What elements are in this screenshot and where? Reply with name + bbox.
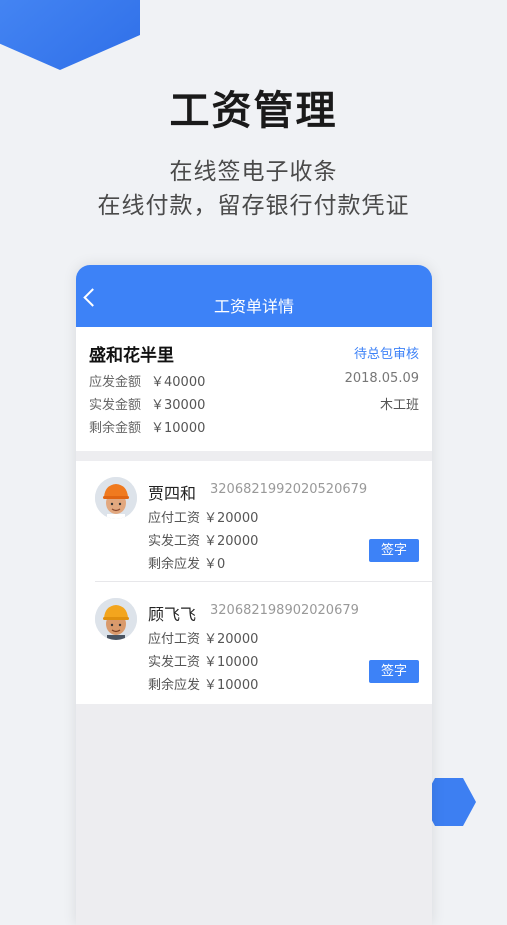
worker-id-number: 3206821992020520679: [210, 482, 368, 497]
worker-row-label: 应付工资: [148, 511, 201, 526]
project-name: 盛和花半里: [89, 346, 174, 366]
worker-row-label: 实发工资: [148, 534, 201, 549]
worker-row-value: ￥10000: [204, 655, 259, 670]
worker-row-value: ￥0: [204, 557, 226, 572]
hero-subtitle-2: 在线付款，留存银行付款凭证: [97, 193, 410, 219]
summary-row-label: 应发金额: [89, 375, 142, 390]
nav-title: 工资单详情: [213, 297, 294, 316]
worker-avatar-icon: [95, 598, 137, 640]
worker-row-label: 应付工资: [148, 632, 201, 647]
worker-paid: 实发工资 ￥10000: [148, 651, 258, 670]
payroll-summary: 盛和花半里 待总包审核 应发金额 ￥40000 实发金额 ￥30000 剩余金额 ￥1…: [76, 327, 432, 451]
worker-row-label: 剩余应发: [148, 557, 201, 572]
worker-row-value: ￥20000: [204, 534, 259, 549]
worker-row-label: 实发工资: [148, 655, 201, 670]
hero-subtitle-1: 在线签电子收条: [169, 159, 338, 185]
worker-row-value: ￥20000: [204, 511, 259, 526]
worker-payable: 应付工资 ￥20000: [148, 628, 258, 647]
status-badge: 待总包审核: [353, 347, 419, 362]
hero-title: 工资管理: [169, 88, 338, 134]
summary-row-label: 剩余金额: [89, 421, 142, 436]
worker-remaining: 剩余应发 ￥10000: [148, 674, 258, 693]
summary-row-value: ￥30000: [151, 398, 206, 413]
team-name: 木工班: [379, 398, 419, 413]
list-item[interactable]: 贾四和 3206821992020520679 应付工资 ￥20000 实发工资 ￥…: [76, 461, 432, 582]
summary-row-label: 实发金额: [89, 398, 142, 413]
list-item[interactable]: 顾飞飞 320682198902020679 应付工资 ￥20000 实发工资 ￥1…: [76, 582, 432, 703]
summary-row-due: 应发金额 ￥40000: [89, 371, 205, 390]
nav-bar: 工资单详情: [76, 265, 432, 327]
summary-row-value: ￥10000: [151, 421, 206, 436]
worker-id-number: 320682198902020679: [210, 603, 359, 618]
hexagon-decoration-top: [0, 0, 140, 70]
sign-button[interactable]: 签字: [369, 660, 419, 683]
worker-list: 贾四和 3206821992020520679 应付工资 ￥20000 实发工资 ￥…: [76, 461, 432, 704]
summary-row-remaining: 剩余金额 ￥10000: [89, 417, 205, 436]
worker-paid: 实发工资 ￥20000: [148, 530, 258, 549]
worker-row-label: 剩余应发: [148, 678, 201, 693]
worker-payable: 应付工资 ￥20000: [148, 507, 258, 526]
worker-name: 顾飞飞: [148, 605, 197, 624]
worker-avatar-icon: [95, 477, 137, 519]
avatar: [95, 598, 137, 640]
worker-remaining: 剩余应发 ￥0: [148, 553, 225, 572]
summary-row-value: ￥40000: [151, 375, 206, 390]
avatar: [95, 477, 137, 519]
phone-mockup: 工资单详情 盛和花半里 待总包审核 应发金额 ￥40000 实发金额 ￥30000 …: [76, 265, 432, 925]
worker-row-value: ￥20000: [204, 632, 259, 647]
worker-row-value: ￥10000: [204, 678, 259, 693]
summary-row-paid: 实发金额 ￥30000: [89, 394, 205, 413]
payroll-date: 2018.05.09: [344, 371, 419, 386]
sign-button[interactable]: 签字: [369, 539, 419, 562]
worker-name: 贾四和: [148, 484, 197, 503]
